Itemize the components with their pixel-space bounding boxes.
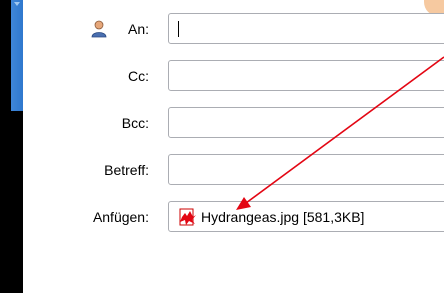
attachment-item[interactable]: Hydrangeas.jpg [581,3KB] <box>179 208 364 226</box>
subject-field[interactable] <box>168 154 444 185</box>
to-field[interactable] <box>168 13 444 44</box>
image-file-icon <box>179 208 196 226</box>
bcc-field[interactable] <box>168 107 444 138</box>
attach-label: Anfügen: <box>92 209 149 225</box>
sidebar-accent <box>11 0 23 111</box>
text-caret <box>178 21 179 37</box>
sidebar-strip <box>11 111 23 293</box>
cc-label: Cc: <box>128 68 149 84</box>
attachment-field[interactable]: Hydrangeas.jpg [581,3KB] <box>168 201 444 232</box>
to-label: An: <box>127 21 149 37</box>
subject-label: Betreff: <box>104 162 149 178</box>
bcc-label: Bcc: <box>121 115 149 131</box>
cc-field[interactable] <box>168 60 444 91</box>
attachment-filename: Hydrangeas.jpg [581,3KB] <box>201 209 365 225</box>
window-edge <box>0 0 11 293</box>
